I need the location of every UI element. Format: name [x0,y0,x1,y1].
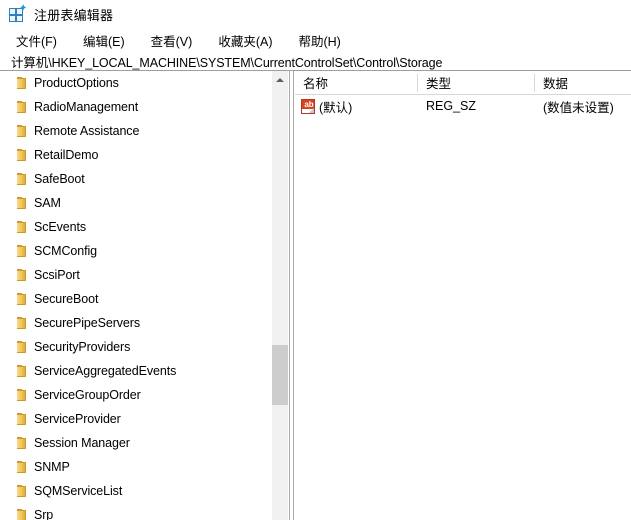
tree-item-label: Session Manager [33,435,133,452]
tree-item[interactable]: SNMP [14,455,281,479]
tree-item-label: ScsiPort [33,267,83,284]
menu-bar: 文件(F) 编辑(E) 查看(V) 收藏夹(A) 帮助(H) [0,29,631,52]
column-header-type-label: 类型 [426,73,451,92]
column-header-name[interactable]: 名称 [295,71,418,94]
tree-item[interactable]: Srp [14,503,281,520]
tree-item-label: SNMP [33,459,73,476]
tree-item[interactable]: Remote Assistance [14,119,281,143]
tree-item-label: SCMConfig [33,243,100,260]
registry-values-list: ab (默认) REG_SZ (数值未设置) [295,95,631,117]
folder-icon [17,509,26,520]
folder-icon [17,341,26,354]
tree-item-label: ScEvents [33,219,89,236]
tree-item-label: SAM [33,195,64,212]
tree-item-label: ProductOptions [33,75,122,92]
folder-icon [17,125,26,138]
folder-icon [17,293,26,306]
title-bar: ✦ 注册表编辑器 [0,0,631,29]
registry-editor-window: ✦ 注册表编辑器 文件(F) 编辑(E) 查看(V) 收藏夹(A) 帮助(H) … [0,0,631,520]
column-header-data[interactable]: 数据 [535,71,631,94]
list-column-headers: 名称 类型 数据 [295,71,631,95]
folder-icon [17,77,26,90]
tree-item[interactable]: Session Manager [14,431,281,455]
pane-splitter[interactable] [289,71,294,520]
tree-item-label: RadioManagement [33,99,141,116]
tree-item[interactable]: ServiceProvider [14,407,281,431]
tree-item-label: Srp [33,507,56,520]
tree-item[interactable]: RetailDemo [14,143,281,167]
column-header-type[interactable]: 类型 [418,71,535,94]
registry-tree-list: ProductOptions RadioManagement Remote Assi… [14,71,281,520]
menu-item-favorites[interactable]: 收藏夹(A) [216,30,274,51]
tree-item-label: RetailDemo [33,147,101,164]
tree-item-label: SecurityProviders [33,339,133,356]
folder-icon [17,149,26,162]
tree-item[interactable]: SecurePipeServers [14,311,281,335]
tree-item-label: Remote Assistance [33,123,142,140]
tree-vertical-scrollbar[interactable] [272,71,288,520]
tree-item[interactable]: ProductOptions [14,71,281,95]
tree-item[interactable]: SAM [14,191,281,215]
tree-item[interactable]: SecurityProviders [14,335,281,359]
content-area: ProductOptions RadioManagement Remote Assi… [0,71,631,520]
folder-icon [17,221,26,234]
menu-item-help[interactable]: 帮助(H) [296,30,342,51]
folder-icon [17,413,26,426]
tree-item[interactable]: ScEvents [14,215,281,239]
menu-item-edit[interactable]: 编辑(E) [81,30,127,51]
value-name-cell: ab (默认) [301,95,421,117]
tree-item[interactable]: SQMServiceList [14,479,281,503]
tree-item-label: SecurePipeServers [33,315,143,332]
folder-icon [17,245,26,258]
tree-item[interactable]: SecureBoot [14,287,281,311]
scroll-up-arrow-icon[interactable] [272,71,288,88]
window-title: 注册表编辑器 [34,5,113,24]
tree-item-label: SecureBoot [33,291,101,308]
registry-values-pane[interactable]: 名称 类型 数据 ab (默认) REG_SZ (数值未设置) [295,71,631,520]
folder-icon [17,485,26,498]
tree-item[interactable]: SCMConfig [14,239,281,263]
tree-item[interactable]: ServiceAggregatedEvents [14,359,281,383]
value-data-cell: (数值未设置) [543,95,631,117]
registry-tree-pane[interactable]: ProductOptions RadioManagement Remote Assi… [14,71,281,520]
string-value-icon: ab [301,99,315,114]
value-type-cell: REG_SZ [426,95,536,117]
tree-item[interactable]: ScsiPort [14,263,281,287]
tree-item-label: SQMServiceList [33,483,125,500]
address-bar[interactable]: 计算机\HKEY_LOCAL_MACHINE\SYSTEM\CurrentCon… [0,52,631,71]
folder-icon [17,437,26,450]
tree-scrollbar-thumb[interactable] [272,345,288,405]
value-name-label: (默认) [319,97,352,116]
tree-item-label: ServiceProvider [33,411,124,428]
tree-item-label: ServiceGroupOrder [33,387,144,404]
tree-item[interactable]: RadioManagement [14,95,281,119]
tree-item[interactable]: ServiceGroupOrder [14,383,281,407]
column-header-name-label: 名称 [303,73,328,92]
address-path: 计算机\HKEY_LOCAL_MACHINE\SYSTEM\CurrentCon… [0,52,442,71]
folder-icon [17,365,26,378]
registry-editor-icon: ✦ [9,6,26,23]
value-row[interactable]: ab (默认) REG_SZ (数值未设置) [295,95,631,117]
column-header-data-label: 数据 [543,73,568,92]
folder-icon [17,197,26,210]
folder-icon [17,461,26,474]
menu-item-view[interactable]: 查看(V) [149,30,195,51]
tree-item[interactable]: SafeBoot [14,167,281,191]
folder-icon [17,389,26,402]
tree-item-label: ServiceAggregatedEvents [33,363,179,380]
folder-icon [17,317,26,330]
folder-icon [17,173,26,186]
tree-item-label: SafeBoot [33,171,88,188]
folder-icon [17,101,26,114]
folder-icon [17,269,26,282]
menu-item-file[interactable]: 文件(F) [14,30,59,51]
